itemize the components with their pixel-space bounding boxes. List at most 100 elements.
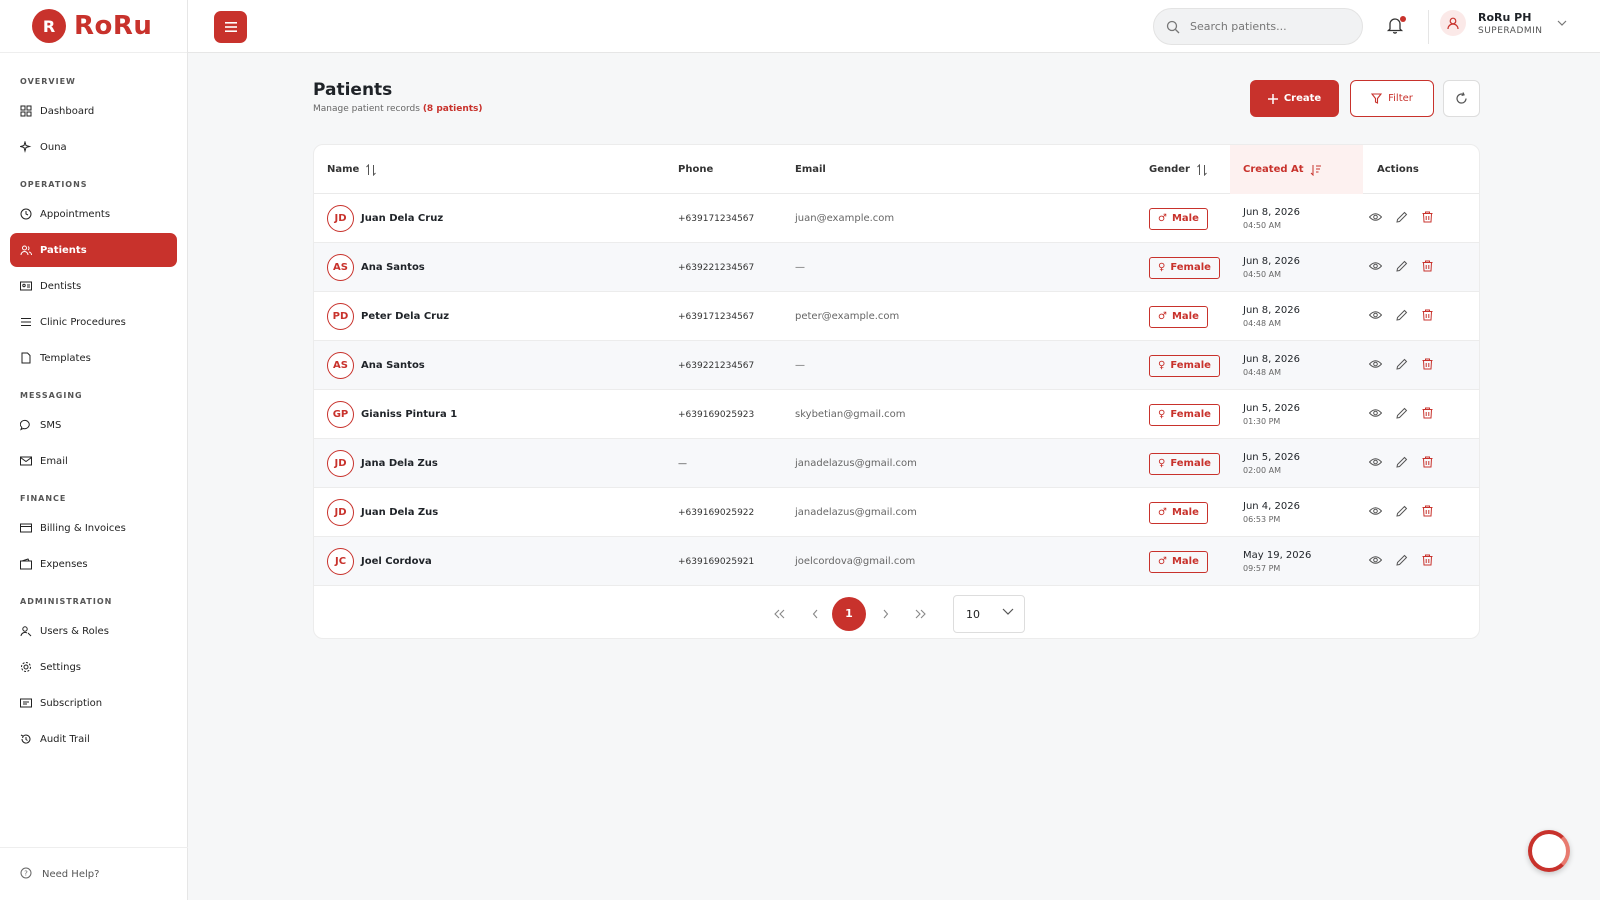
patient-name: Juan Dela Zus	[361, 507, 439, 518]
view-icon[interactable]	[1368, 261, 1383, 274]
created-date: Jun 4, 2026	[1243, 501, 1300, 512]
sidebar-item-sms[interactable]: SMS	[10, 408, 177, 442]
sidebar-item-label: Users & Roles	[40, 625, 109, 637]
delete-icon[interactable]	[1422, 358, 1433, 373]
phone-cell: +639171234567	[678, 194, 754, 243]
table-row[interactable]: PD Peter Dela Cruz +639171234567 peter@e…	[314, 292, 1479, 341]
delete-icon[interactable]	[1422, 456, 1433, 471]
delete-icon[interactable]	[1422, 309, 1433, 324]
sidebar-item-label: Billing & Invoices	[40, 522, 126, 534]
filter-label: Filter	[1388, 93, 1413, 104]
sidebar-item-label: Templates	[40, 352, 91, 364]
delete-icon[interactable]	[1422, 407, 1433, 422]
name-cell: JD Jana Dela Zus	[327, 439, 438, 488]
phone-cell: —	[678, 439, 687, 488]
delete-icon[interactable]	[1422, 505, 1433, 520]
table-row[interactable]: JD Juan Dela Cruz +639171234567 juan@exa…	[314, 194, 1479, 243]
patient-phone: +639221234567	[678, 262, 755, 273]
sidebar-item-subscription[interactable]: Subscription	[10, 686, 177, 720]
assistant-fab-button[interactable]	[1528, 830, 1570, 872]
sidebar-item-email[interactable]: Email	[10, 444, 177, 478]
table-row[interactable]: GP Gianiss Pintura 1 +639169025923 skybe…	[314, 390, 1479, 439]
edit-icon[interactable]	[1396, 211, 1408, 226]
sidebar-item-billing-invoices[interactable]: Billing & Invoices	[10, 511, 177, 545]
id-card-icon	[20, 280, 32, 292]
patient-phone: +639169025923	[678, 409, 755, 420]
table-row[interactable]: AS Ana Santos +639221234567 — ♀ Female J…	[314, 243, 1479, 292]
sidebar-item-ouna[interactable]: Ouna	[10, 130, 177, 164]
gender-cell: ♀ Female	[1149, 390, 1220, 439]
sidebar-item-appointments[interactable]: Appointments	[10, 197, 177, 231]
column-header-gender[interactable]: Gender	[1149, 145, 1208, 194]
header-gender-label: Gender	[1149, 164, 1190, 175]
edit-icon[interactable]	[1396, 260, 1408, 275]
notifications-button[interactable]	[1386, 16, 1406, 36]
phone-cell: +639171234567	[678, 292, 754, 341]
user-menu[interactable]: RoRu PH SUPERADMIN	[1440, 10, 1567, 36]
sidebar-item-patients[interactable]: Patients	[10, 233, 177, 267]
edit-icon[interactable]	[1396, 358, 1408, 373]
sidebar-item-clinic-procedures[interactable]: Clinic Procedures	[10, 305, 177, 339]
table-row[interactable]: JD Jana Dela Zus — janadelazus@gmail.com…	[314, 439, 1479, 488]
edit-icon[interactable]	[1396, 505, 1408, 520]
search-bar[interactable]	[1153, 8, 1363, 45]
delete-icon[interactable]	[1422, 211, 1433, 226]
last-page-button[interactable]	[911, 587, 931, 638]
brand-logo-icon: R	[32, 9, 66, 43]
created-date: May 19, 2026	[1243, 550, 1312, 561]
help-icon: ?	[20, 867, 32, 882]
gender-label: Female	[1170, 262, 1211, 273]
receipt-icon	[20, 697, 32, 709]
view-icon[interactable]	[1368, 555, 1383, 568]
menu-toggle-button[interactable]	[214, 11, 247, 43]
filter-button[interactable]: Filter	[1350, 80, 1434, 117]
delete-icon[interactable]	[1422, 554, 1433, 569]
pagination: 1 10	[314, 587, 1479, 638]
gender-label: Female	[1170, 409, 1211, 420]
next-page-button[interactable]	[875, 587, 895, 638]
sidebar-item-expenses[interactable]: Expenses	[10, 547, 177, 581]
previous-page-button[interactable]	[805, 587, 825, 638]
refresh-button[interactable]	[1443, 80, 1480, 117]
view-icon[interactable]	[1368, 359, 1383, 372]
list-icon	[20, 316, 32, 328]
patient-phone: +639169025921	[678, 556, 755, 567]
table-row[interactable]: AS Ana Santos +639221234567 — ♀ Female J…	[314, 341, 1479, 390]
create-button[interactable]: Create	[1250, 80, 1339, 117]
sidebar-item-label: Clinic Procedures	[40, 316, 126, 328]
created-time: 01:30 PM	[1243, 417, 1281, 426]
column-header-created-at[interactable]: Created At	[1230, 145, 1363, 194]
view-icon[interactable]	[1368, 408, 1383, 421]
sidebar-item-templates[interactable]: Templates	[10, 341, 177, 375]
header-actions-label: Actions	[1377, 164, 1419, 175]
view-icon[interactable]	[1368, 457, 1383, 470]
column-header-name[interactable]: Name	[327, 145, 377, 194]
edit-icon[interactable]	[1396, 456, 1408, 471]
table-row[interactable]: JD Juan Dela Zus +639169025922 janadelaz…	[314, 488, 1479, 537]
sidebar-item-audit-trail[interactable]: Audit Trail	[10, 722, 177, 756]
column-header-phone: Phone	[678, 145, 713, 194]
first-page-button[interactable]	[769, 587, 789, 638]
header-name-label: Name	[327, 164, 360, 175]
page-size-select[interactable]: 10	[953, 595, 1025, 633]
sidebar-item-settings[interactable]: Settings	[10, 650, 177, 684]
search-input[interactable]	[1190, 20, 1340, 33]
view-icon[interactable]	[1368, 212, 1383, 225]
view-icon[interactable]	[1368, 310, 1383, 323]
sidebar-item-dashboard[interactable]: Dashboard	[10, 94, 177, 128]
page-1-button[interactable]: 1	[832, 587, 866, 638]
sidebar-item-dentists[interactable]: Dentists	[10, 269, 177, 303]
patient-email: joelcordova@gmail.com	[795, 556, 916, 567]
patient-email: —	[795, 262, 805, 273]
sidebar-item-users-roles[interactable]: Users & Roles	[10, 614, 177, 648]
edit-icon[interactable]	[1396, 309, 1408, 324]
brand[interactable]: R RoRu	[0, 0, 187, 53]
table-row[interactable]: JC Joel Cordova +639169025921 joelcordov…	[314, 537, 1479, 586]
view-icon[interactable]	[1368, 506, 1383, 519]
chevron-down-icon	[1557, 20, 1566, 26]
need-help-link[interactable]: ? Need Help?	[0, 847, 188, 900]
edit-icon[interactable]	[1396, 554, 1408, 569]
edit-icon[interactable]	[1396, 407, 1408, 422]
delete-icon[interactable]	[1422, 260, 1433, 275]
female-icon: ♀	[1158, 262, 1166, 273]
